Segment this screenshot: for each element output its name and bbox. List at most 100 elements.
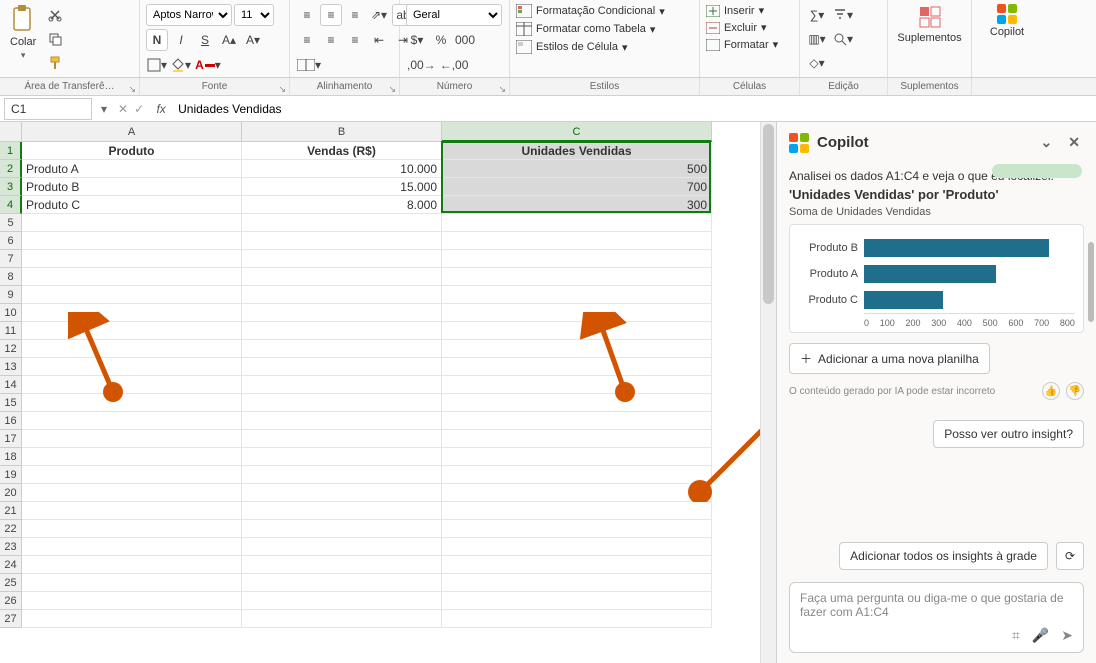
cell[interactable] — [442, 574, 712, 592]
row-header[interactable]: 20 — [0, 484, 22, 502]
cell[interactable] — [22, 250, 242, 268]
cell[interactable] — [22, 232, 242, 250]
copilot-mic-icon[interactable]: 🎤 — [1032, 627, 1049, 644]
cell[interactable] — [242, 484, 442, 502]
cell[interactable] — [22, 448, 242, 466]
thumbs-up-button[interactable]: 👍 — [1042, 382, 1060, 400]
merge-button[interactable]: ▾ — [296, 54, 322, 76]
align-bottom-button[interactable]: ≡ — [344, 4, 366, 26]
copy-button[interactable] — [44, 28, 66, 50]
cancel-formula-icon[interactable]: ✕ — [118, 102, 128, 116]
row-header[interactable]: 8 — [0, 268, 22, 286]
cell[interactable] — [442, 268, 712, 286]
cell[interactable] — [442, 322, 712, 340]
cell[interactable] — [22, 430, 242, 448]
row-header[interactable]: 26 — [0, 592, 22, 610]
bold-button[interactable]: N — [146, 29, 168, 51]
row-header[interactable]: 21 — [0, 502, 22, 520]
align-right-button[interactable]: ≡ — [344, 29, 366, 51]
cell[interactable] — [22, 340, 242, 358]
cell[interactable] — [242, 250, 442, 268]
cell[interactable] — [22, 610, 242, 628]
comma-button[interactable]: 000 — [454, 29, 476, 51]
column-header[interactable]: B — [242, 122, 442, 142]
row-header[interactable]: 14 — [0, 376, 22, 394]
cell[interactable] — [242, 412, 442, 430]
add-all-insights-button[interactable]: Adicionar todos os insights à grade — [839, 542, 1048, 570]
cell[interactable] — [442, 466, 712, 484]
row-header[interactable]: 25 — [0, 574, 22, 592]
delete-cells-button[interactable]: Excluir ▾ — [706, 21, 767, 34]
alignment-dialog-launcher[interactable]: ↘ — [388, 80, 396, 98]
clipboard-dialog-launcher[interactable]: ↘ — [128, 80, 136, 98]
cell[interactable]: 15.000 — [242, 178, 442, 196]
cell[interactable]: Vendas (R$) — [242, 142, 442, 160]
column-header[interactable]: A — [22, 122, 242, 142]
cell[interactable] — [442, 304, 712, 322]
cell[interactable]: Unidades Vendidas — [442, 142, 712, 160]
row-header[interactable]: 19 — [0, 466, 22, 484]
row-header[interactable]: 23 — [0, 538, 22, 556]
cell[interactable] — [22, 214, 242, 232]
number-dialog-launcher[interactable]: ↘ — [498, 80, 506, 98]
enter-formula-icon[interactable]: ✓ — [134, 102, 144, 116]
cell[interactable] — [242, 538, 442, 556]
cell[interactable] — [242, 214, 442, 232]
row-header[interactable]: 1 — [0, 142, 22, 160]
row-header[interactable]: 15 — [0, 394, 22, 412]
align-center-button[interactable]: ≡ — [320, 29, 342, 51]
cell[interactable] — [442, 214, 712, 232]
add-to-new-sheet-button[interactable]: ＋ Adicionar a uma nova planilha — [789, 343, 990, 374]
cell[interactable] — [22, 394, 242, 412]
increase-font-button[interactable]: A▴ — [218, 29, 240, 51]
cell[interactable] — [22, 538, 242, 556]
orientation-button[interactable]: ⇗▾ — [368, 4, 390, 26]
cell[interactable] — [22, 304, 242, 322]
cell[interactable] — [242, 394, 442, 412]
align-top-button[interactable]: ≡ — [296, 4, 318, 26]
clear-button[interactable]: ◇▾ — [806, 52, 828, 74]
cell[interactable]: 700 — [442, 178, 712, 196]
align-left-button[interactable]: ≡ — [296, 29, 318, 51]
row-header[interactable]: 17 — [0, 430, 22, 448]
cell[interactable] — [242, 304, 442, 322]
cell[interactable] — [442, 448, 712, 466]
cell[interactable] — [22, 322, 242, 340]
cell[interactable] — [242, 430, 442, 448]
format-cells-button[interactable]: Formatar ▾ — [706, 38, 778, 51]
copilot-collapse-button[interactable]: ⌄ — [1037, 132, 1057, 153]
cell[interactable] — [442, 394, 712, 412]
cell[interactable] — [442, 502, 712, 520]
cell[interactable] — [442, 340, 712, 358]
cell[interactable] — [442, 430, 712, 448]
cell[interactable]: 8.000 — [242, 196, 442, 214]
cell[interactable] — [242, 232, 442, 250]
cell[interactable] — [22, 358, 242, 376]
cell[interactable] — [22, 502, 242, 520]
cell[interactable] — [442, 286, 712, 304]
cell[interactable] — [442, 538, 712, 556]
fill-color-button[interactable]: ▾ — [170, 54, 192, 76]
name-box-dropdown[interactable]: ▾ — [96, 102, 112, 116]
fill-button[interactable]: ▥▾ — [806, 28, 828, 50]
cell[interactable] — [442, 232, 712, 250]
cell[interactable] — [242, 556, 442, 574]
cell[interactable] — [442, 484, 712, 502]
cell[interactable] — [242, 502, 442, 520]
cell[interactable]: Produto B — [22, 178, 242, 196]
copilot-prompt-templates-icon[interactable]: ⌗ — [1012, 627, 1020, 644]
underline-button[interactable]: S — [194, 29, 216, 51]
cell[interactable] — [22, 556, 242, 574]
font-family-select[interactable]: Aptos Narrow — [146, 4, 232, 26]
thumbs-down-button[interactable]: 👎 — [1066, 382, 1084, 400]
copilot-send-icon[interactable]: ➤ — [1061, 627, 1073, 644]
row-header[interactable]: 18 — [0, 448, 22, 466]
refresh-insights-button[interactable]: ⟳ — [1056, 542, 1084, 570]
font-color-button[interactable]: A▾ — [194, 54, 222, 76]
cell[interactable] — [242, 592, 442, 610]
row-header[interactable]: 12 — [0, 340, 22, 358]
font-dialog-launcher[interactable]: ↘ — [278, 80, 286, 98]
cell[interactable] — [242, 610, 442, 628]
row-header[interactable]: 6 — [0, 232, 22, 250]
cell[interactable] — [22, 376, 242, 394]
